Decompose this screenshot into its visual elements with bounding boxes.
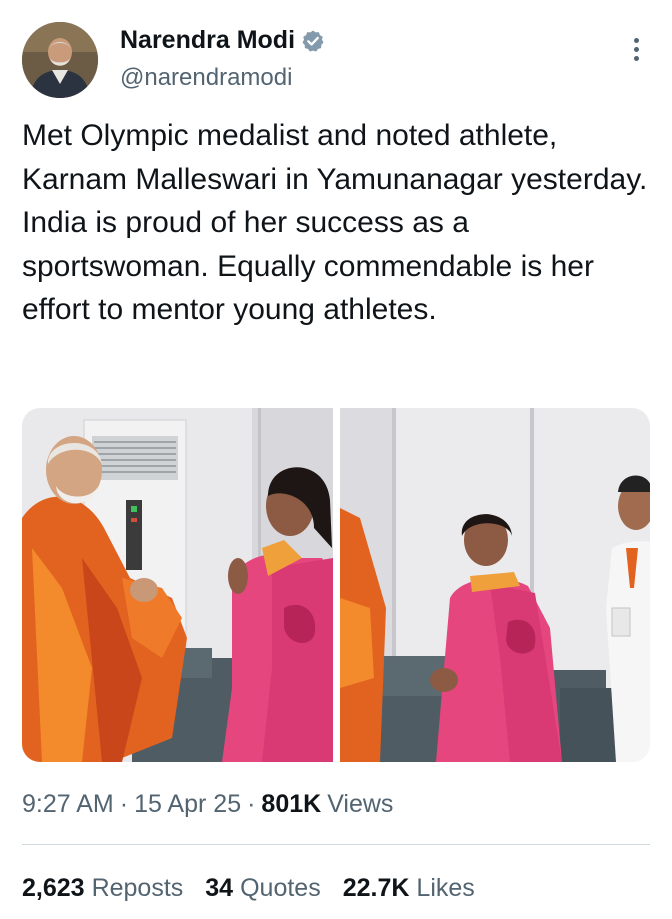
author-name[interactable]: Narendra Modi bbox=[120, 26, 295, 55]
quotes-stat[interactable]: 34 Quotes bbox=[205, 874, 320, 903]
likes-stat[interactable]: 22.7K Likes bbox=[343, 874, 475, 903]
likes-label: Likes bbox=[416, 874, 475, 902]
meta-separator-2: · bbox=[247, 790, 256, 818]
verified-badge-icon bbox=[302, 30, 324, 51]
divider bbox=[22, 844, 650, 845]
views-count: 801K bbox=[261, 790, 322, 818]
reposts-label: Reposts bbox=[91, 874, 184, 902]
tweet-time[interactable]: 9:27 AM bbox=[22, 790, 114, 819]
photo-2-image bbox=[340, 408, 650, 762]
reposts-count: 2,623 bbox=[22, 874, 85, 902]
likes-count: 22.7K bbox=[342, 874, 410, 902]
meta-separator-1: · bbox=[119, 790, 129, 818]
reposts-stat[interactable]: 2,623 Reposts bbox=[22, 874, 183, 903]
author-avatar[interactable] bbox=[22, 22, 98, 98]
tweet-text: Met Olympic medalist and noted athlete, … bbox=[22, 119, 648, 326]
tweet-header: Narendra Modi @narendramodi bbox=[22, 22, 650, 102]
more-options-icon[interactable] bbox=[628, 38, 644, 68]
tweet-date[interactable]: 15 Apr 25 bbox=[134, 790, 241, 819]
tweet-stats: 2,623 Reposts 34 Quotes 22.7K Likes bbox=[22, 874, 497, 903]
views-label: Views bbox=[327, 790, 394, 818]
quotes-label: Quotes bbox=[240, 874, 321, 902]
author-handle[interactable]: @narendramodi bbox=[120, 64, 292, 92]
photo-2[interactable] bbox=[340, 408, 650, 762]
photo-1[interactable] bbox=[22, 408, 333, 762]
quotes-count: 34 bbox=[205, 874, 234, 902]
avatar-image bbox=[22, 22, 98, 98]
media-grid bbox=[22, 408, 650, 762]
author-name-row[interactable]: Narendra Modi bbox=[120, 26, 325, 55]
photo-1-image bbox=[22, 408, 333, 762]
tweet-meta: 9:27 AM · 15 Apr 25 · 801K Views bbox=[22, 790, 393, 819]
